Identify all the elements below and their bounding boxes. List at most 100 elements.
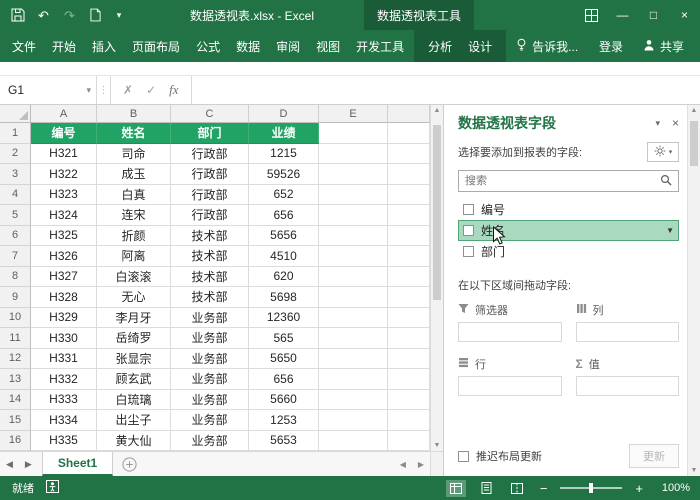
values-dropzone[interactable]	[575, 376, 679, 396]
grid-cell[interactable]: 业务部	[171, 410, 249, 431]
ribbon-tab-data[interactable]: 数据	[228, 30, 268, 62]
grid-cell[interactable]: H324	[31, 205, 97, 226]
grid-cell[interactable]	[319, 328, 388, 349]
grid-cell[interactable]	[319, 430, 388, 451]
new-document-icon[interactable]	[88, 8, 103, 23]
grid-cell[interactable]: 5653	[249, 430, 319, 451]
sheet-nav-left-icon[interactable]: ◀	[0, 452, 19, 476]
filters-dropzone[interactable]	[458, 322, 562, 342]
grid-cell[interactable]: 司命	[97, 143, 171, 164]
grid-cell[interactable]	[388, 143, 430, 164]
grid-cell[interactable]: 岳绮罗	[97, 328, 171, 349]
row-header-4[interactable]: 4	[0, 184, 31, 205]
select-all-corner[interactable]	[0, 105, 31, 123]
grid-cell[interactable]: 652	[249, 184, 319, 205]
columns-dropzone[interactable]	[575, 322, 679, 342]
grid-cell[interactable]: 5650	[249, 348, 319, 369]
insert-function-icon[interactable]: fx	[169, 82, 178, 98]
grid-cell[interactable]: 黄大仙	[97, 430, 171, 451]
grid-cell[interactable]: 阿离	[97, 246, 171, 267]
pane-scroll-up-icon[interactable]: ▲	[691, 107, 698, 114]
grid-cell[interactable]	[388, 205, 430, 226]
ribbon-tab-page-layout[interactable]: 页面布局	[124, 30, 188, 62]
grid-cell[interactable]	[319, 246, 388, 267]
ribbon-tab-developer[interactable]: 开发工具	[348, 30, 412, 62]
tell-me-button[interactable]: 告诉我...	[506, 30, 588, 62]
grid-cell[interactable]: 姓名	[97, 123, 171, 144]
grid-cell[interactable]: 656	[249, 205, 319, 226]
grid-cell[interactable]: 59526	[249, 164, 319, 185]
row-header-14[interactable]: 14	[0, 389, 31, 410]
normal-view-icon[interactable]	[445, 479, 466, 497]
horizontal-scrollbar-track[interactable]	[146, 452, 393, 476]
grid-cell[interactable]: H330	[31, 328, 97, 349]
row-header-9[interactable]: 9	[0, 287, 31, 308]
grid-cell[interactable]: H329	[31, 307, 97, 328]
column-header-d[interactable]: D	[249, 105, 319, 123]
row-header-12[interactable]: 12	[0, 348, 31, 369]
search-input[interactable]	[465, 175, 660, 187]
grid-cell[interactable]: 白滚滚	[97, 266, 171, 287]
formula-input[interactable]	[191, 76, 700, 104]
name-box[interactable]: ▾	[0, 76, 97, 104]
grid-cell[interactable]	[388, 287, 430, 308]
zoom-in-button[interactable]: +	[633, 481, 645, 496]
grid-cell[interactable]: 编号	[31, 123, 97, 144]
row-header-2[interactable]: 2	[0, 143, 31, 164]
column-header-b[interactable]: B	[97, 105, 171, 123]
grid-cell[interactable]: 折颜	[97, 225, 171, 246]
grid-cell[interactable]: 5698	[249, 287, 319, 308]
ribbon-tab-review[interactable]: 审阅	[268, 30, 308, 62]
zoom-out-button[interactable]: −	[538, 481, 550, 496]
grid-cell[interactable]: 业务部	[171, 369, 249, 390]
grid-cell[interactable]: 4510	[249, 246, 319, 267]
grid-cell[interactable]	[319, 287, 388, 308]
field-item-department[interactable]: 部门	[458, 241, 679, 262]
grid-cell[interactable]: H331	[31, 348, 97, 369]
sheet-nav-right-icon[interactable]: ▶	[19, 452, 38, 476]
grid-cell[interactable]: H335	[31, 430, 97, 451]
grid-cell[interactable]	[319, 164, 388, 185]
formula-bar-grip[interactable]: ⋮	[97, 76, 111, 104]
defer-checkbox[interactable]	[458, 450, 469, 462]
grid-cell[interactable]: 张显宗	[97, 348, 171, 369]
minimize-button[interactable]: —	[607, 0, 638, 30]
grid-cell[interactable]: 5660	[249, 389, 319, 410]
share-button[interactable]: 共享	[643, 38, 684, 55]
grid-cell[interactable]	[319, 369, 388, 390]
row-header-10[interactable]: 10	[0, 307, 31, 328]
grid-cell[interactable]	[388, 184, 430, 205]
grid-cell[interactable]	[319, 184, 388, 205]
grid-cell[interactable]: 5656	[249, 225, 319, 246]
grid-cell[interactable]: 技术部	[171, 246, 249, 267]
pane-tools-button[interactable]: ▾	[647, 142, 679, 162]
grid-cell[interactable]: H333	[31, 389, 97, 410]
ribbon-tab-file[interactable]: 文件	[4, 30, 44, 62]
grid-cell[interactable]	[388, 328, 430, 349]
ribbon-tab-design[interactable]: 设计	[460, 30, 500, 62]
vertical-scrollbar[interactable]: ▲ ▼	[430, 105, 443, 451]
grid-cell[interactable]: 业绩	[249, 123, 319, 144]
grid-cell[interactable]	[388, 348, 430, 369]
grid-cell[interactable]	[319, 123, 388, 144]
grid-cell[interactable]: 顾玄武	[97, 369, 171, 390]
grid-cell[interactable]: 技术部	[171, 225, 249, 246]
grid-cell[interactable]: 白琉璃	[97, 389, 171, 410]
pane-scrollbar-thumb[interactable]	[690, 121, 698, 166]
grid-cell[interactable]	[319, 307, 388, 328]
grid-cell[interactable]: 1253	[249, 410, 319, 431]
grid-cell[interactable]: 行政部	[171, 143, 249, 164]
grid-cell[interactable]: 656	[249, 369, 319, 390]
ribbon-tab-view[interactable]: 视图	[308, 30, 348, 62]
hscroll-right-icon[interactable]: ▶	[412, 452, 430, 476]
column-header-e[interactable]: E	[319, 105, 388, 123]
zoom-slider-thumb[interactable]	[589, 483, 594, 493]
close-button[interactable]: ×	[669, 0, 700, 30]
grid-cell[interactable]: H327	[31, 266, 97, 287]
grid-cell[interactable]: 620	[249, 266, 319, 287]
grid-cell[interactable]: 连宋	[97, 205, 171, 226]
row-header-5[interactable]: 5	[0, 205, 31, 226]
row-header-6[interactable]: 6	[0, 225, 31, 246]
save-icon[interactable]	[10, 8, 25, 23]
checkbox[interactable]	[463, 246, 474, 257]
